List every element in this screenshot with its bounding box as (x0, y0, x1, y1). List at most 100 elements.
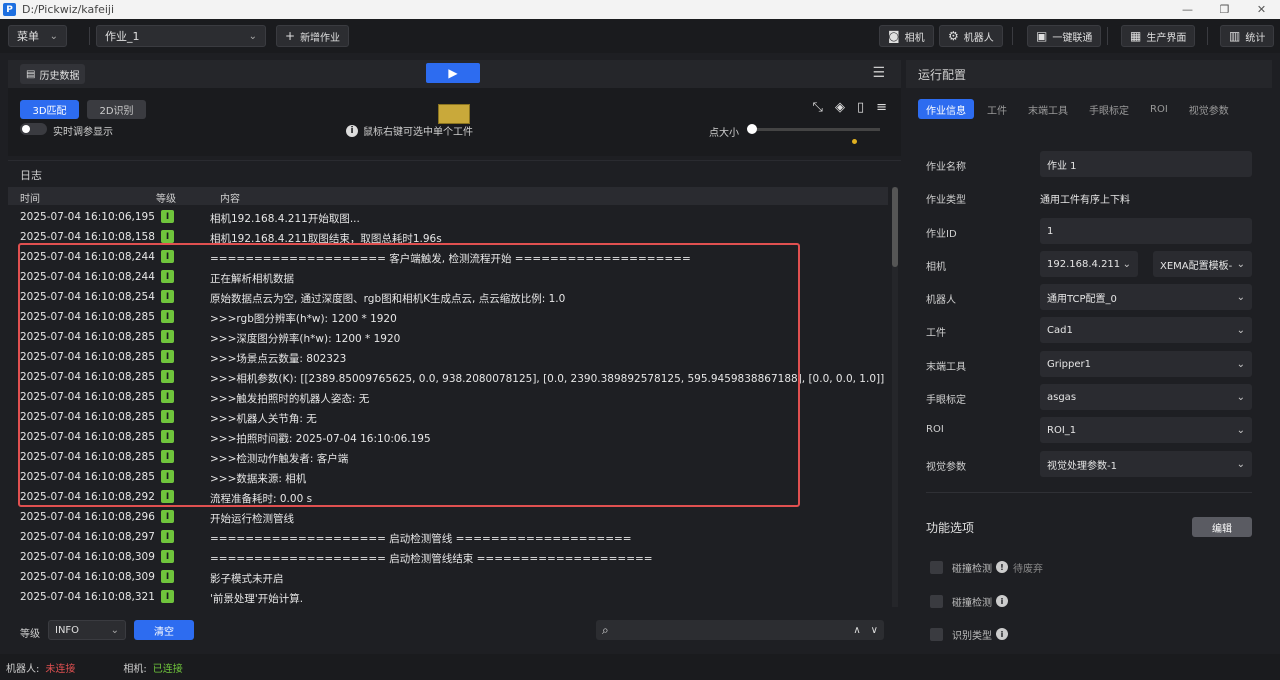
job-select[interactable]: 作业_1 ⌄ (96, 25, 266, 47)
scrollbar-thumb[interactable] (892, 187, 898, 267)
log-row[interactable]: 2025-07-04 16:10:08,285 I >>>机器人关节角: 无 (8, 407, 888, 427)
log-row[interactable]: 2025-07-04 16:10:08,285 I >>>深度图分辨率(h*w): … (8, 327, 888, 347)
config-tabs: 作业信息 工件 末端工具 手眼标定 ROI 视觉参数 (918, 99, 1242, 119)
calib-select[interactable]: asgas ⌄ (1040, 384, 1252, 410)
new-job-button[interactable]: + 新增作业 (276, 25, 350, 47)
settings-icon[interactable]: ☰ (872, 65, 885, 81)
run-button[interactable]: ▶ (426, 63, 480, 83)
log-row[interactable]: 2025-07-04 16:10:08,285 I >>>数据来源: 相机 (8, 467, 888, 487)
2d-recognition-button[interactable]: 2D识别 (87, 100, 146, 119)
log-row[interactable]: 2025-07-04 16:10:08,254 I 原始数据点云为空, 通过深度图、… (8, 287, 888, 307)
info-level-badge: I (161, 270, 174, 283)
search-icon: ⌕ (602, 622, 609, 637)
log-row[interactable]: 2025-07-04 16:10:08,321 I '前景处理'开始计算. (8, 587, 888, 607)
log-time: 2025-07-04 16:10:08,297 (20, 531, 155, 543)
log-time: 2025-07-04 16:10:08,285 (20, 311, 155, 323)
tab-end-tool[interactable]: 末端工具 (1020, 99, 1076, 119)
tab-roi[interactable]: ROI (1142, 99, 1176, 119)
job-select-value: 作业_1 (105, 30, 140, 43)
production-view-button[interactable]: ▦ 生产界面 (1121, 25, 1196, 47)
log-scrollbar[interactable] (892, 187, 898, 607)
tab-job-info[interactable]: 作业信息 (918, 99, 974, 119)
close-button[interactable]: ✕ (1243, 0, 1280, 19)
log-row[interactable]: 2025-07-04 16:10:06,195 I 相机192.168.4.211开… (8, 207, 888, 227)
log-row[interactable]: 2025-07-04 16:10:08,296 I 开始运行检测管线 (8, 507, 888, 527)
history-data-button[interactable]: ▤ 历史数据 (20, 64, 86, 84)
maximize-button[interactable]: ❐ (1206, 0, 1243, 19)
info-level-badge: I (161, 410, 174, 423)
job-id-input[interactable]: 1 (1040, 218, 1252, 244)
camera-button[interactable]: ◙ 相机 (879, 25, 934, 47)
menu-dropdown[interactable]: 菜单 ⌄ (8, 25, 67, 47)
job-type-row: 作业类型 通用工件有序上下料 (926, 184, 1252, 210)
menu-icon[interactable]: ≡ (876, 100, 887, 115)
one-key-connect-button[interactable]: ▣ 一键联通 (1027, 25, 1102, 47)
next-match-icon[interactable]: ∨ (871, 625, 878, 636)
tool-select[interactable]: Gripper1 ⌄ (1040, 351, 1252, 377)
info-icon[interactable]: i (996, 595, 1008, 607)
log-row[interactable]: 2025-07-04 16:10:08,285 I >>>触发拍照时的机器人姿态: … (8, 387, 888, 407)
log-time: 2025-07-04 16:10:08,309 (20, 571, 155, 583)
robot-status-label: 机器人: (6, 663, 40, 675)
log-search-input[interactable] (616, 624, 807, 636)
tab-vision-params[interactable]: 视觉参数 (1181, 99, 1237, 119)
roi-row: ROI ROI_1 ⌄ (926, 417, 1252, 443)
clear-log-button[interactable]: 清空 (134, 620, 194, 640)
info-level-badge: I (161, 570, 174, 583)
log-row[interactable]: 2025-07-04 16:10:08,292 I 流程准备耗时: 0.00 s (8, 487, 888, 507)
edit-button[interactable]: 编辑 (1192, 517, 1252, 537)
log-content: 流程准备耗时: 0.00 s (210, 493, 313, 505)
previous-match-icon[interactable]: ∧ (853, 625, 860, 636)
axis-icon[interactable]: ⤡ (813, 100, 823, 115)
chevron-down-icon: ⌄ (1236, 424, 1245, 436)
workpiece-select[interactable]: Cad1 ⌄ (1040, 317, 1252, 343)
log-row[interactable]: 2025-07-04 16:10:08,309 I 影子模式未开启 (8, 567, 888, 587)
log-time: 2025-07-04 16:10:08,158 (20, 231, 155, 243)
job-name-input[interactable]: 作业 1 (1040, 151, 1252, 177)
vision-select[interactable]: 视觉处理参数-1 ⌄ (1040, 451, 1252, 477)
3d-match-button[interactable]: 3D匹配 (20, 100, 79, 119)
checkbox[interactable] (930, 627, 943, 641)
log-row[interactable]: 2025-07-04 16:10:08,285 I >>>场景点云数量: 80232… (8, 347, 888, 367)
camera-config-select[interactable]: XEMA配置模板- ⌄ (1153, 251, 1252, 277)
tab-hand-eye[interactable]: 手眼标定 (1081, 99, 1137, 119)
robot-select[interactable]: 通用TCP配置_0 ⌄ (1040, 284, 1252, 310)
robot-button[interactable]: ⚙ 机器人 (939, 25, 1003, 47)
info-icon[interactable]: ! (996, 561, 1008, 573)
log-time: 2025-07-04 16:10:08,254 (20, 291, 155, 303)
log-row[interactable]: 2025-07-04 16:10:08,285 I >>>相机参数(K): [[23… (8, 367, 888, 387)
log-panel: 日志 时间 等级 内容 2025-07-04 16:10:06,195 I 相机19… (8, 160, 901, 648)
info-level-badge: I (161, 530, 174, 543)
log-row[interactable]: 2025-07-04 16:10:08,158 I 相机192.168.4.211取… (8, 227, 888, 247)
checkbox[interactable] (930, 560, 943, 574)
camera-select-value: 192.168.4.211 (1047, 258, 1121, 270)
run-config-body: 作业信息 工件 末端工具 手眼标定 ROI 视觉参数 作业名称 作业 1 作业类… (906, 88, 1272, 648)
log-row[interactable]: 2025-07-04 16:10:08,309 I ================… (8, 547, 888, 567)
log-row[interactable]: 2025-07-04 16:10:08,244 I ================… (8, 247, 888, 267)
menu-label: 菜单 (17, 30, 39, 43)
workpiece-thumbnail[interactable] (438, 104, 470, 124)
split-view-icon[interactable]: ▯ (857, 100, 864, 115)
slider-marker (852, 139, 857, 144)
camera-select[interactable]: 192.168.4.211 ⌄ (1040, 251, 1138, 277)
realtime-tuning-toggle[interactable] (20, 123, 47, 135)
log-row[interactable]: 2025-07-04 16:10:08,297 I ================… (8, 527, 888, 547)
statistics-button[interactable]: ▥ 统计 (1220, 25, 1275, 47)
log-rows[interactable]: 2025-07-04 16:10:06,195 I 相机192.168.4.211开… (8, 207, 888, 607)
cube-icon[interactable]: ◈ (835, 100, 845, 115)
log-row[interactable]: 2025-07-04 16:10:08,285 I >>>拍照时间戳: 2025-0… (8, 427, 888, 447)
divider (1107, 27, 1108, 45)
tool-row: 末端工具 Gripper1 ⌄ (926, 351, 1252, 377)
roi-select[interactable]: ROI_1 ⌄ (1040, 417, 1252, 443)
level-filter-select[interactable]: INFO ⌄ (48, 620, 126, 640)
checkbox[interactable] (930, 594, 943, 608)
job-name-row: 作业名称 作业 1 (926, 151, 1252, 177)
info-icon[interactable]: i (996, 628, 1008, 640)
tab-workpiece[interactable]: 工件 (979, 99, 1015, 119)
log-row[interactable]: 2025-07-04 16:10:08,285 I >>>检测动作触发者: 客户端 (8, 447, 888, 467)
log-row[interactable]: 2025-07-04 16:10:08,244 I 正在解析相机数据 (8, 267, 888, 287)
log-row[interactable]: 2025-07-04 16:10:08,285 I >>>rgb图分辨率(h*w):… (8, 307, 888, 327)
slider-thumb[interactable] (747, 124, 757, 134)
point-size-slider[interactable] (747, 124, 880, 134)
minimize-button[interactable]: — (1169, 0, 1206, 19)
